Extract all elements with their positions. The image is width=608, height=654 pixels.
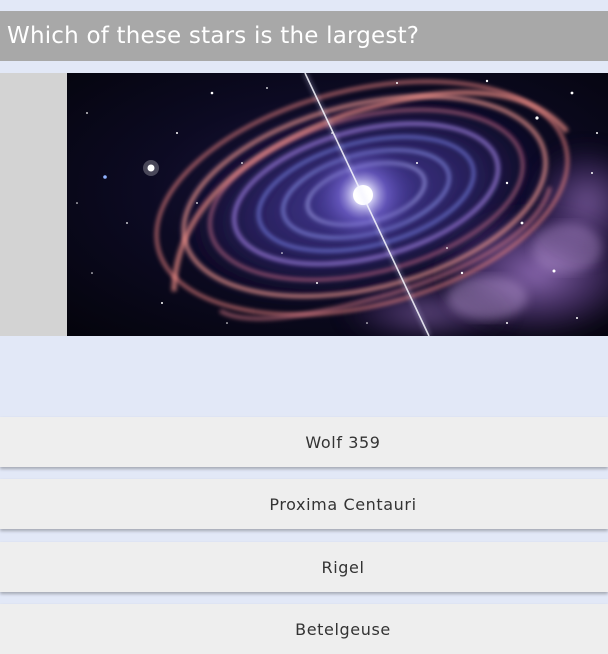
answer-option-label: Rigel (321, 557, 365, 577)
question-header: Which of these stars is the largest? (0, 11, 608, 61)
answer-option-label: Proxima Centauri (269, 494, 417, 514)
galaxy-image (67, 73, 608, 336)
answer-option-rigel[interactable]: Rigel (0, 542, 608, 592)
answer-option-label: Wolf 359 (305, 432, 381, 452)
answer-option-label: Betelgeuse (295, 619, 391, 639)
answer-option-proxima-centauri[interactable]: Proxima Centauri (0, 479, 608, 529)
question-image-area (0, 73, 608, 336)
answer-option-wolf-359[interactable]: Wolf 359 (0, 417, 608, 467)
answer-option-betelgeuse[interactable]: Betelgeuse (0, 604, 608, 654)
top-strip (0, 0, 608, 11)
question-text: Which of these stars is the largest? (7, 23, 420, 49)
